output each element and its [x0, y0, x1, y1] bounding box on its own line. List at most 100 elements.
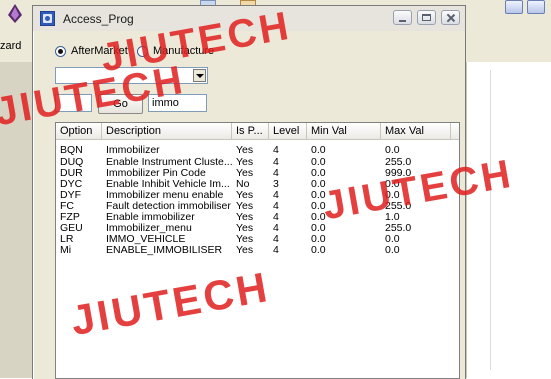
cell-level: 4 — [273, 212, 279, 223]
cell-option: BQN — [60, 145, 83, 156]
table-row[interactable]: FC Fault detection immobiliser Yes 4 0.0… — [56, 201, 459, 212]
cell-is-p: Yes — [236, 168, 254, 179]
column-header-description[interactable]: Description — [102, 123, 232, 139]
cell-min-val: 0.0 — [311, 212, 326, 223]
cell-description: IMMO_VEHICLE — [106, 234, 186, 245]
cell-min-val: 0.0 — [311, 190, 326, 201]
cell-description: Immobilizer_menu — [106, 223, 192, 234]
column-header-option[interactable]: Option — [56, 123, 102, 139]
cell-option: FC — [60, 201, 74, 212]
cell-level: 3 — [273, 179, 279, 190]
column-header-min-val[interactable]: Min Val — [307, 123, 381, 139]
column-header-is-p[interactable]: Is P... — [232, 123, 269, 139]
aftermarket-label: AfterMarket — [71, 45, 128, 57]
table-row[interactable]: DYF Immobilizer menu enable Yes 4 0.0 0.… — [56, 190, 459, 201]
vehicle-combo[interactable] — [55, 67, 208, 84]
cell-max-val: 255.0 — [385, 157, 412, 168]
cell-is-p: Yes — [236, 245, 254, 256]
wizard-label: zard — [0, 40, 22, 52]
cell-description: Enable Inhibit Vehicle Im... — [106, 179, 230, 190]
cell-max-val: 255.0 — [385, 201, 412, 212]
cell-max-val: 0.0 — [385, 190, 400, 201]
cell-min-val: 0.0 — [311, 168, 326, 179]
cell-is-p: Yes — [236, 234, 254, 245]
cell-level: 4 — [273, 145, 279, 156]
app-icon — [40, 11, 55, 26]
cell-min-val: 0.0 — [311, 234, 326, 245]
cell-max-val: 0.0 — [385, 145, 400, 156]
background-divider — [490, 70, 491, 370]
background-right-panel — [466, 62, 551, 378]
cell-level: 4 — [273, 234, 279, 245]
table-row[interactable]: GEU Immobilizer_menu Yes 4 0.0 255.0 — [56, 223, 459, 234]
table-row[interactable]: LR IMMO_VEHICLE Yes 4 0.0 0.0 — [56, 234, 459, 245]
table-row[interactable]: BQN Immobilizer Yes 4 0.0 0.0 — [56, 145, 459, 156]
cell-level: 4 — [273, 201, 279, 212]
window-title: Access_Prog — [63, 12, 134, 26]
cell-min-val: 0.0 — [311, 157, 326, 168]
cell-option: DYF — [60, 190, 81, 201]
cell-min-val: 0.0 — [311, 201, 326, 212]
cell-is-p: Yes — [236, 212, 254, 223]
background-button[interactable] — [527, 0, 545, 14]
cell-min-val: 0.0 — [311, 245, 326, 256]
options-list[interactable]: Option Description Is P... Level Min Val… — [55, 122, 460, 379]
cell-max-val: 999.0 — [385, 168, 412, 179]
cell-level: 4 — [273, 168, 279, 179]
maximize-button[interactable] — [417, 10, 436, 25]
column-header-level[interactable]: Level — [269, 123, 307, 139]
cell-max-val: 255.0 — [385, 223, 412, 234]
manufacture-label: Manufacture — [153, 45, 215, 57]
cell-level: 4 — [273, 157, 279, 168]
code-field[interactable] — [55, 94, 92, 112]
background-window-controls — [505, 0, 551, 14]
cell-min-val: 0.0 — [311, 145, 326, 156]
cell-is-p: Yes — [236, 190, 254, 201]
access-prog-window: Access_Prog AfterMarket Manufacture Go i… — [32, 5, 466, 379]
cell-min-val: 0.0 — [311, 223, 326, 234]
close-button[interactable] — [441, 10, 460, 25]
cell-max-val: 0.0 — [385, 234, 400, 245]
cell-description: Immobilizer Pin Code — [106, 168, 206, 179]
cell-option: LR — [60, 234, 74, 245]
cell-description: Enable immobilizer — [106, 212, 195, 223]
go-button[interactable]: Go — [98, 94, 143, 114]
table-row[interactable]: FZP Enable immobilizer Yes 4 0.0 1.0 — [56, 212, 459, 223]
cell-option: DUR — [60, 168, 83, 179]
cell-min-val: 0.0 — [311, 179, 326, 190]
cell-option: FZP — [60, 212, 80, 223]
cell-option: DYC — [60, 179, 83, 190]
cell-option: DUQ — [60, 157, 84, 168]
cell-level: 4 — [273, 245, 279, 256]
cell-is-p: Yes — [236, 157, 254, 168]
wizard-tool[interactable]: zard — [0, 0, 32, 60]
chevron-down-icon[interactable] — [193, 69, 206, 82]
column-header-spacer — [451, 123, 459, 139]
cell-description: ENABLE_IMMOBILISER — [106, 245, 223, 256]
cell-description: Immobilizer — [106, 145, 160, 156]
column-header-max-val[interactable]: Max Val — [381, 123, 451, 139]
cell-description: Fault detection immobiliser — [106, 201, 231, 212]
cell-option: Mi — [60, 245, 72, 256]
cell-max-val: 0.0 — [385, 179, 400, 190]
cell-is-p: Yes — [236, 201, 254, 212]
title-bar[interactable]: Access_Prog — [33, 6, 465, 31]
radio-dot-selected[interactable] — [55, 46, 66, 57]
table-row[interactable]: DUR Immobilizer Pin Code Yes 4 0.0 999.0 — [56, 168, 459, 179]
background-left-panel — [0, 62, 33, 378]
table-row[interactable]: DUQ Enable Instrument Cluste... Yes 4 0.… — [56, 157, 459, 168]
table-row[interactable]: DYC Enable Inhibit Vehicle Im... No 3 0.… — [56, 179, 459, 190]
minimize-button[interactable] — [393, 10, 412, 25]
list-header: Option Description Is P... Level Min Val… — [56, 123, 459, 140]
cell-is-p: No — [236, 179, 250, 190]
cell-is-p: Yes — [236, 223, 254, 234]
background-button[interactable] — [505, 0, 523, 14]
cell-description: Enable Instrument Cluste... — [106, 157, 232, 168]
cell-description: Immobilizer menu enable — [106, 190, 224, 201]
radio-dot[interactable] — [137, 46, 148, 57]
cell-level: 4 — [273, 190, 279, 201]
wizard-icon — [8, 4, 22, 23]
search-input[interactable]: immo — [148, 94, 207, 112]
table-row[interactable]: Mi ENABLE_IMMOBILISER Yes 4 0.0 0.0 — [56, 245, 459, 256]
cell-max-val: 1.0 — [385, 212, 400, 223]
